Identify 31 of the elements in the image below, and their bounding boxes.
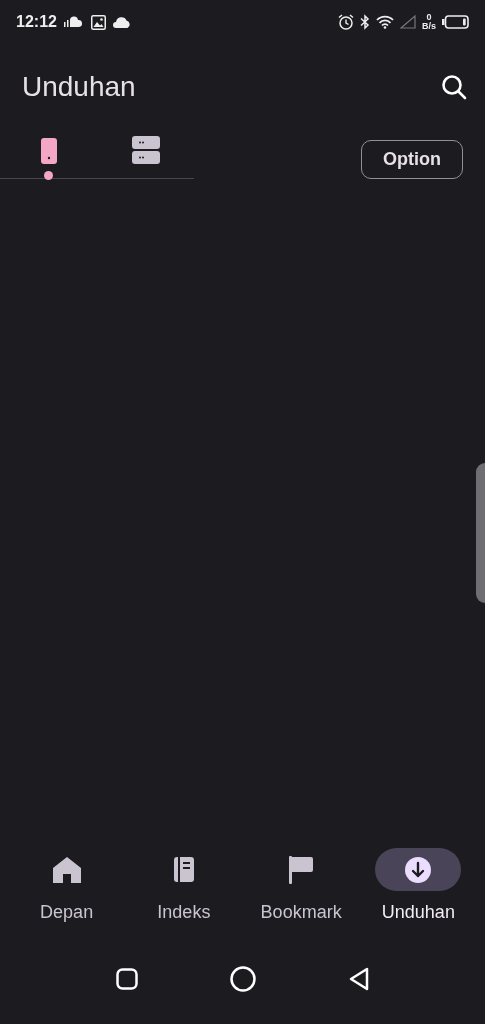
net-speed-value: 0: [426, 13, 432, 22]
home-button-icon[interactable]: [229, 966, 256, 992]
bluetooth-icon: [360, 14, 370, 30]
signal-icon: [400, 15, 416, 29]
download-icon: [404, 855, 433, 884]
cloud-signal-icon: [63, 16, 84, 28]
option-button[interactable]: Option: [361, 140, 463, 179]
cloud-icon: [112, 16, 131, 28]
side-handle[interactable]: [476, 463, 485, 603]
tab-indicator: [44, 171, 53, 180]
wifi-icon: [376, 15, 394, 29]
page-title: Unduhan: [22, 70, 136, 104]
alarm-icon: [338, 14, 354, 30]
search-icon[interactable]: [441, 74, 467, 100]
nav-label: Depan: [40, 901, 94, 924]
battery-icon: [442, 15, 469, 29]
nav-item[interactable]: Bookmark: [246, 848, 357, 926]
net-speed-unit: B/s: [422, 22, 436, 31]
notebook-icon: [173, 855, 194, 884]
image-icon: [90, 14, 106, 30]
home-icon: [51, 855, 82, 884]
recents-icon[interactable]: [115, 968, 138, 990]
flag-icon: [289, 855, 314, 884]
nav-item[interactable]: Unduhan: [363, 848, 474, 926]
nav-item[interactable]: Indeks: [128, 848, 239, 926]
nav-label: Indeks: [157, 901, 211, 924]
status-time: 12:12: [16, 12, 57, 32]
nav-label: Unduhan: [381, 901, 455, 924]
nav-item[interactable]: Depan: [11, 848, 122, 926]
nav-label: Bookmark: [260, 901, 342, 924]
back-icon[interactable]: [347, 967, 370, 991]
